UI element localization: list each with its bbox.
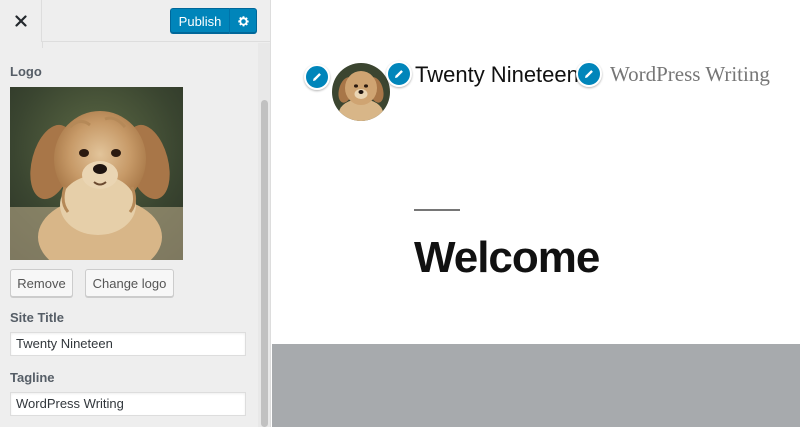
- publish-group: Publish: [170, 8, 257, 34]
- dog-avatar: [332, 63, 390, 121]
- tagline-heading: Tagline: [10, 370, 55, 385]
- pencil-icon: [585, 70, 593, 78]
- customizer-header: Publish: [0, 0, 270, 42]
- site-preview: Twenty Nineteen WordPress Writing Welcom…: [272, 0, 800, 427]
- close-customizer-button[interactable]: [0, 0, 42, 42]
- edit-logo-shortcut[interactable]: [304, 64, 330, 90]
- site-identity-panel: Logo Remove Change logo Site Title Twent…: [0, 43, 258, 427]
- edit-tagline-shortcut[interactable]: [576, 61, 602, 87]
- logo-heading: Logo: [10, 64, 42, 79]
- close-icon: [14, 15, 27, 27]
- site-title-input[interactable]: Twenty Nineteen: [10, 332, 246, 356]
- change-logo-button[interactable]: Change logo: [85, 269, 174, 297]
- pencil-icon: [313, 73, 321, 81]
- remove-logo-button[interactable]: Remove: [10, 269, 73, 297]
- edit-site-title-shortcut[interactable]: [386, 61, 412, 87]
- preview-tagline: WordPress Writing: [610, 62, 770, 86]
- publish-button[interactable]: Publish: [170, 8, 229, 34]
- tagline-input[interactable]: WordPress Writing: [10, 392, 246, 416]
- heading-divider: [414, 209, 460, 211]
- featured-image-area: [272, 344, 800, 427]
- publish-settings-button[interactable]: [229, 8, 257, 34]
- gear-icon: [237, 15, 249, 26]
- customizer-sidebar: Publish Logo Remove Change logo Site Tit…: [0, 0, 271, 427]
- logo-image[interactable]: [10, 87, 183, 260]
- scrollbar-thumb[interactable]: [261, 100, 268, 427]
- pencil-icon: [395, 70, 403, 78]
- preview-site-title[interactable]: Twenty Nineteen: [415, 62, 579, 88]
- dog-photo: [10, 87, 183, 260]
- page-heading: Welcome: [414, 233, 600, 282]
- site-logo[interactable]: [332, 63, 390, 121]
- site-title-heading: Site Title: [10, 310, 64, 325]
